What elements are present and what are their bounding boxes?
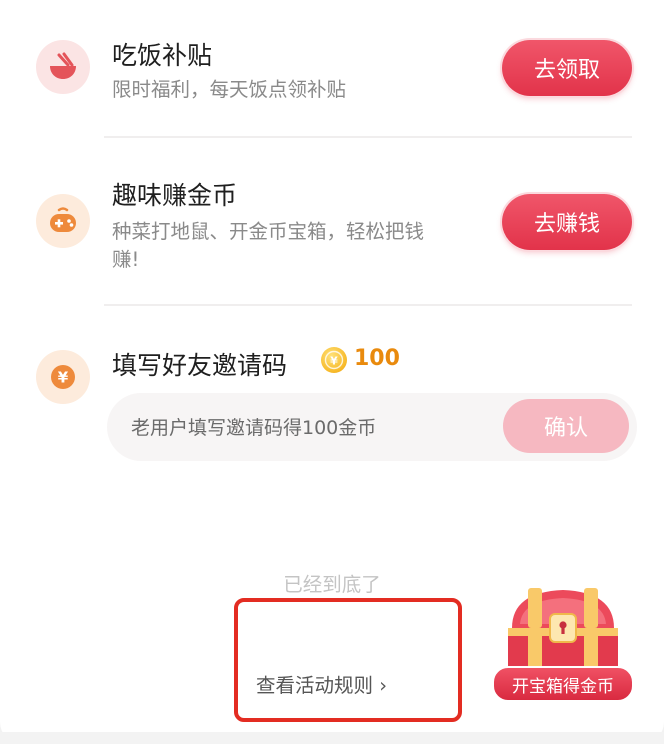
task-card: 吃饭补贴 限时福利，每天饭点领补贴 去领取 趣味赚金币 种菜打地鼠、开金币宝箱，… [0, 0, 664, 744]
activity-page: 吃饭补贴 限时福利，每天饭点领补贴 去领取 趣味赚金币 种菜打地鼠、开金币宝箱，… [0, 0, 664, 744]
task-subtitle-fun-coins-line1: 种菜打地鼠、开金币宝箱，轻松把钱 [112, 220, 425, 243]
bowl-icon [36, 40, 90, 94]
invite-code-box: 确认 [107, 393, 637, 461]
confirm-button[interactable]: 确认 [503, 399, 629, 453]
bottom-edge [0, 732, 664, 744]
highlight-box [234, 598, 462, 722]
claim-meal-subsidy-button[interactable]: 去领取 [502, 40, 632, 96]
view-rules-link[interactable]: 查看活动规则 › [256, 669, 387, 698]
invite-code-input[interactable] [129, 407, 493, 449]
divider [104, 304, 632, 306]
gold-coin-icon: ¥ [321, 347, 347, 373]
reward-amount: 100 [354, 346, 400, 371]
svg-text:¥: ¥ [58, 369, 69, 387]
task-subtitle-meal: 限时福利，每天饭点领补贴 [112, 78, 347, 101]
treasure-label: 开宝箱得金币 [492, 666, 634, 702]
task-subtitle-fun-coins-line2: 赚! [112, 248, 140, 271]
yen-coin-icon: ¥ [36, 350, 90, 404]
open-treasure-button[interactable]: 开宝箱得金币 [490, 584, 636, 702]
earn-money-button[interactable]: 去赚钱 [502, 194, 632, 250]
task-title-fun-coins: 趣味赚金币 [112, 181, 238, 210]
task-title-invite-code: 填写好友邀请码 [112, 351, 288, 380]
task-title-meal: 吃饭补贴 [112, 41, 213, 70]
game-controller-icon [36, 194, 90, 248]
divider [104, 136, 632, 138]
treasure-chest-icon [508, 588, 618, 672]
svg-text:¥: ¥ [330, 355, 338, 368]
